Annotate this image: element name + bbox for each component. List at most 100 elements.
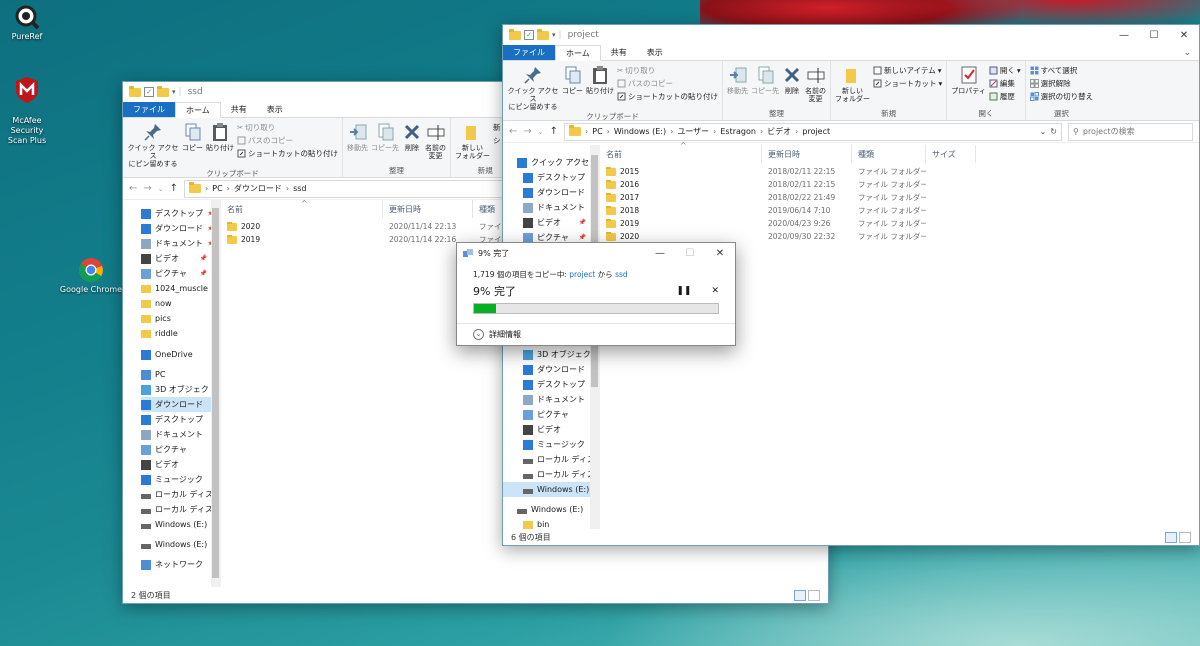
pin-quick-access-button[interactable]: クイック アクセス にピン留めする <box>507 65 559 111</box>
nav-item-pc-child[interactable]: ビデオ <box>503 422 590 437</box>
invert-selection-button[interactable]: 選択の切り替え <box>1029 91 1093 102</box>
breadcrumb-item[interactable]: PC <box>592 127 602 136</box>
cancel-icon[interactable]: ✕ <box>711 286 719 296</box>
source-link[interactable]: project <box>569 270 595 279</box>
nav-item-pc-child[interactable]: ローカル ディスク (C <box>141 487 220 502</box>
properties-qa-icon[interactable]: ✓ <box>524 30 534 40</box>
nav-item-pc-child[interactable]: ドキュメント <box>141 427 211 442</box>
nav-item-quick-access[interactable]: クイック アクセス <box>503 155 597 170</box>
nav-item-pc-child[interactable]: ドキュメント <box>503 392 590 407</box>
nav-item-quick[interactable]: ダウンロード📌 <box>503 185 596 200</box>
file-row[interactable]: 2015 2018/02/11 22:15 ファイル フォルダー <box>600 165 1199 178</box>
move-to-button[interactable]: 移動先 <box>727 65 748 108</box>
tab-home[interactable]: ホーム <box>555 45 601 61</box>
cut-button[interactable]: ✂ 切り取り <box>617 65 718 76</box>
nav-item-pc-child[interactable]: ローカル ディスク (D <box>503 467 599 482</box>
desktop-icon-mcafee[interactable]: McAfee Security Scan Plus <box>0 66 59 146</box>
recent-dropdown-icon[interactable]: ⌄ <box>538 128 544 136</box>
pause-icon[interactable]: ❚❚ <box>676 286 691 296</box>
col-date[interactable]: 更新日時 <box>383 200 473 218</box>
copy-to-button[interactable]: コピー先 <box>751 65 779 108</box>
nav-item-pc-child[interactable]: ピクチャ <box>503 407 590 422</box>
tab-file[interactable]: ファイル <box>503 45 555 60</box>
copy-path-button[interactable]: パスのコピー <box>237 135 338 146</box>
new-folder-button[interactable]: 新しい フォルダー <box>455 122 490 165</box>
delete-button[interactable]: 削除 <box>402 122 422 165</box>
search-input[interactable]: ⚲ projectの検索 <box>1068 122 1193 141</box>
close-icon[interactable]: ✕ <box>705 243 735 263</box>
breadcrumb-item[interactable]: PC <box>212 184 222 193</box>
minimize-icon[interactable]: — <box>1109 25 1139 45</box>
tab-view[interactable]: 表示 <box>637 45 673 60</box>
shortcut-button[interactable]: ショートカット ▾ <box>873 78 942 89</box>
nav-item-pc-child[interactable]: ミュージック <box>503 437 590 452</box>
nav-item-quick[interactable]: ダウンロード📌 <box>141 221 214 236</box>
file-row[interactable]: 2016 2018/02/11 22:15 ファイル フォルダー <box>600 178 1199 191</box>
up-icon[interactable]: ↑ <box>170 183 178 194</box>
nav-item-pc[interactable]: PC <box>141 367 211 382</box>
refresh-icon[interactable]: ↻ <box>1050 127 1057 136</box>
nav-item-pc-child[interactable]: ピクチャ <box>141 442 211 457</box>
file-row[interactable]: 2017 2018/02/22 21:49 ファイル フォルダー <box>600 191 1199 204</box>
paste-shortcut-button[interactable]: ショートカットの貼り付け <box>617 91 718 102</box>
col-size[interactable]: サイズ <box>926 145 976 163</box>
breadcrumb-item[interactable]: ユーザー <box>677 126 709 137</box>
rename-button[interactable]: 名前の 変更 <box>805 65 826 108</box>
cut-button[interactable]: ✂ 切り取り <box>237 122 338 133</box>
col-date[interactable]: 更新日時 <box>762 145 852 163</box>
minimize-icon[interactable]: — <box>645 243 675 263</box>
forward-icon[interactable]: → <box>143 183 151 194</box>
col-type[interactable]: 種類 <box>852 145 926 163</box>
pin-quick-access-button[interactable]: クイック アクセス にピン留めする <box>127 122 179 168</box>
col-name[interactable]: 名前 ^ <box>221 199 383 218</box>
nav-item-onedrive[interactable]: OneDrive <box>141 347 211 362</box>
copy-button[interactable]: コピー <box>182 122 203 168</box>
file-row[interactable]: 2018 2019/06/14 7:10 ファイル フォルダー <box>600 204 1199 217</box>
new-folder-button[interactable]: 新しい フォルダー <box>835 65 870 108</box>
paste-shortcut-button[interactable]: ショートカットの貼り付け <box>237 148 338 159</box>
breadcrumb-item[interactable]: Windows (E:) <box>614 127 666 136</box>
icons-view-button[interactable] <box>808 589 820 601</box>
paste-button[interactable]: 貼り付け <box>206 122 234 168</box>
scroll-thumb[interactable] <box>212 208 219 578</box>
tab-view[interactable]: 表示 <box>257 102 293 117</box>
nav-item-quick[interactable]: now <box>141 296 211 311</box>
copy-button[interactable]: コピー <box>562 65 583 111</box>
nav-item-pc-child[interactable]: ダウンロード <box>503 362 590 377</box>
ribbon-collapse-icon[interactable]: ⌄ <box>1175 45 1199 60</box>
nav-item-drive[interactable]: Windows (E:) <box>503 502 590 517</box>
breadcrumb-item[interactable]: Estragon <box>720 127 756 136</box>
up-icon[interactable]: ↑ <box>550 126 558 137</box>
nav-item-quick[interactable]: riddle <box>141 326 211 341</box>
copy-path-button[interactable]: パスのコピー <box>617 78 718 89</box>
nav-item-pc-child[interactable]: 3D オブジェクト <box>141 382 217 397</box>
nav-item-pc-child[interactable]: デスクトップ <box>503 377 590 392</box>
nav-item-quick[interactable]: ビデオ 📌 <box>141 251 211 266</box>
nav-item-pc-child[interactable]: ローカル ディスク (D <box>141 502 220 517</box>
nav-item-pc-child[interactable]: Windows (E:) <box>141 517 211 532</box>
nav-item-drive[interactable]: Windows (E:) <box>141 537 211 552</box>
paste-button[interactable]: 貼り付け <box>586 65 614 111</box>
tab-share[interactable]: 共有 <box>221 102 257 117</box>
nav-item-quick[interactable]: デスクトップ📌 <box>141 206 214 221</box>
nav-item-quick[interactable]: ドキュメント📌 <box>503 200 596 215</box>
new-folder-qa-icon[interactable] <box>157 85 169 97</box>
properties-qa-icon[interactable]: ✓ <box>144 87 154 97</box>
address-dropdown-icon[interactable]: ⌄ <box>1040 127 1047 136</box>
back-icon[interactable]: ← <box>129 183 137 194</box>
breadcrumb-item[interactable]: ssd <box>293 184 306 193</box>
new-item-button[interactable]: 新しいアイテム ▾ <box>873 65 942 76</box>
qa-dropdown-icon[interactable]: ▾ <box>552 31 556 39</box>
details-view-button[interactable] <box>1165 531 1177 543</box>
nav-item-quick[interactable]: ビデオ 📌 <box>503 215 590 230</box>
back-icon[interactable]: ← <box>509 126 517 137</box>
close-icon[interactable]: ✕ <box>1169 25 1199 45</box>
icons-view-button[interactable] <box>1179 531 1191 543</box>
details-view-button[interactable] <box>794 589 806 601</box>
nav-item-pc-child[interactable]: ビデオ <box>141 457 211 472</box>
qa-dropdown-icon[interactable]: ▾ <box>172 88 176 96</box>
tab-share[interactable]: 共有 <box>601 45 637 60</box>
nav-scrollbar[interactable] <box>211 200 220 587</box>
nav-item-quick[interactable]: 1024_muscle <box>141 281 211 296</box>
delete-button[interactable]: 削除 <box>782 65 802 108</box>
